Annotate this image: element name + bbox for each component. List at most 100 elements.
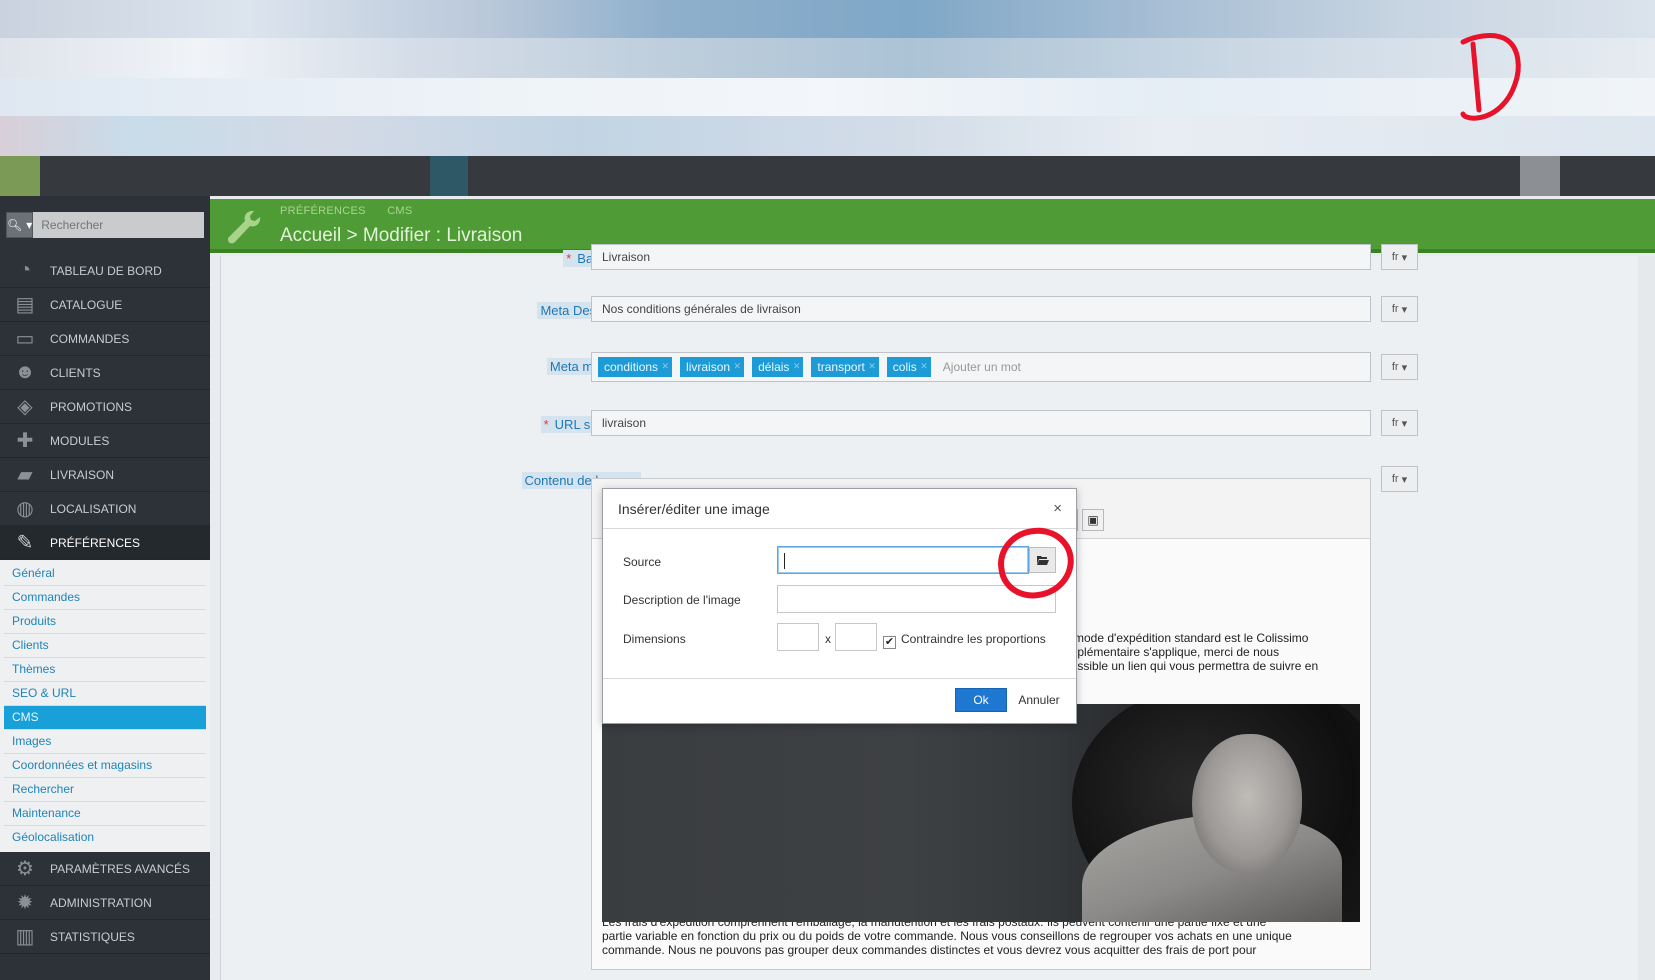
meta-description-input[interactable]: Nos conditions générales de livraison [591, 296, 1371, 322]
dialog-header: Insérer/éditer une image × [603, 489, 1076, 529]
dialog-title: Insérer/éditer une image [618, 501, 770, 517]
lang-text: fr [1391, 251, 1399, 263]
height-input[interactable] [835, 623, 877, 651]
remove-tag-icon[interactable]: ✕ [920, 361, 928, 372]
subnav-rechercher[interactable]: Rechercher [4, 778, 206, 802]
chevron-down-icon: ▾ [1401, 473, 1408, 486]
sidebar-item-administration[interactable]: ✹ ADMINISTRATION [0, 886, 210, 920]
sidebar-item-clients[interactable]: ☻ CLIENTS [0, 356, 210, 390]
subnav-images[interactable]: Images [4, 730, 206, 754]
sidebar-item-promotions[interactable]: ◈ PROMOTIONS [0, 390, 210, 424]
remove-tag-icon[interactable]: ✕ [734, 361, 742, 372]
sidebar-item-label: TABLEAU DE BORD [50, 263, 162, 278]
remove-tag-icon[interactable]: ✕ [868, 361, 876, 372]
image-icon[interactable]: ▣ [1082, 509, 1104, 531]
url-input[interactable]: livraison [591, 410, 1371, 436]
sidebar-item-label: CLIENTS [50, 365, 101, 380]
blur-band [0, 78, 1655, 116]
red-annotation-mark [1460, 33, 1521, 121]
tags-icon: ◈ [17, 396, 33, 418]
remove-tag-icon[interactable]: ✕ [793, 361, 801, 372]
language-button[interactable]: fr ▾ [1381, 244, 1418, 270]
sidebar-item-label: LOCALISATION [50, 501, 137, 516]
sidebar-item-livraison[interactable]: ▰ LIVRAISON [0, 458, 210, 492]
breadcrumb-item[interactable]: CMS [387, 205, 412, 217]
sidebar-item-label: COMMANDES [50, 331, 130, 346]
blurred-browser-chrome [0, 0, 1655, 156]
search-type-button[interactable]: 🔍︎ ▾ [6, 212, 34, 238]
keyword-tag[interactable]: livraison ✕ [680, 357, 745, 377]
lang-text: fr [1391, 303, 1399, 315]
keyword-tag[interactable]: transport ✕ [811, 357, 879, 377]
sidebar-item-commandes[interactable]: ▭ COMMANDES [0, 322, 210, 356]
subnav-geolocalisation[interactable]: Géolocalisation [4, 826, 206, 850]
breadcrumb-item[interactable]: PRÉFÉRENCES [280, 205, 366, 217]
sidebar-item-catalogue[interactable]: ▤ CATALOGUE [0, 288, 210, 322]
editor-paragraph-line: upplémentaire s'applique, merci de nous [1064, 645, 1280, 659]
dark-bar-accent [430, 156, 468, 196]
language-button[interactable]: fr ▾ [1381, 354, 1418, 380]
width-input[interactable] [777, 623, 819, 651]
description-label: Description de l'image [623, 593, 741, 607]
language-button[interactable]: fr ▾ [1381, 410, 1418, 436]
language-button[interactable]: fr ▾ [1381, 466, 1418, 492]
editor-paragraph-line: commande. Nous ne pouvons pas grouper de… [602, 943, 1257, 957]
top-dark-bar [0, 156, 1655, 196]
sidebar-item-label: PRÉFÉRENCES [50, 535, 141, 550]
subnav-commandes[interactable]: Commandes [4, 586, 206, 610]
sidebar-item-dashboard[interactable]: ◔ TABLEAU DE BORD [0, 254, 210, 288]
subnav-produits[interactable]: Produits [4, 610, 206, 634]
subnav-seo-url[interactable]: SEO & URL [4, 682, 206, 706]
subnav-clients[interactable]: Clients [4, 634, 206, 658]
ok-button[interactable]: Ok [955, 688, 1007, 712]
editor-image[interactable] [602, 704, 1360, 922]
tag-text: délais [758, 360, 790, 374]
sidebar-item-localisation[interactable]: ◍ LOCALISATION [0, 492, 210, 526]
keywords-input[interactable]: conditions ✕ livraison ✕ délais ✕ transport… [591, 352, 1371, 382]
sidebar-item-label: ADMINISTRATION [50, 895, 152, 910]
subnav-maintenance[interactable]: Maintenance [4, 802, 206, 826]
subnav-themes[interactable]: Thèmes [4, 658, 206, 682]
search-input[interactable] [33, 212, 205, 238]
dimensions-separator: x [825, 632, 831, 646]
cancel-button[interactable]: Annuler [1009, 688, 1069, 712]
insert-image-dialog: Insérer/éditer une image × Source Descri… [602, 488, 1077, 724]
required-mark: * [566, 251, 572, 266]
blur-band [0, 116, 1655, 156]
subnav-general[interactable]: Général [4, 562, 206, 586]
add-keyword-input[interactable]: Ajouter un mot [943, 360, 1021, 374]
sidebar-item-label: MODULES [50, 433, 110, 448]
source-input[interactable] [777, 546, 1029, 574]
language-button[interactable]: fr ▾ [1381, 296, 1418, 322]
sidebar-item-label: CATALOGUE [50, 297, 123, 312]
sidebar-item-modules[interactable]: ✚ MODULES [0, 424, 210, 458]
chevron-down-icon: ▾ [1401, 417, 1408, 430]
sidebar-item-parametres-avances[interactable]: ⚙ PARAMÈTRES AVANCÉS [0, 852, 210, 886]
chevron-down-icon: ▾ [1401, 303, 1408, 316]
lang-text: fr [1391, 417, 1399, 429]
tag-text: livraison [686, 360, 731, 374]
form-row-title: *Balise titre Livraison fr▾ [221, 244, 1641, 274]
close-icon[interactable]: × [1053, 500, 1062, 517]
lang-text: fr [1391, 473, 1399, 485]
constrain-proportions-checkbox[interactable]: ✔ [883, 636, 896, 649]
subnav-cms[interactable]: CMS [4, 706, 206, 730]
keyword-tag[interactable]: conditions ✕ [598, 357, 673, 377]
wrench-icon [227, 210, 261, 244]
source-label: Source [623, 555, 662, 569]
sidebar-item-preferences[interactable]: ✎ PRÉFÉRENCES [0, 526, 210, 560]
title-input[interactable]: Livraison [591, 244, 1371, 270]
keyword-tag[interactable]: délais ✕ [752, 357, 804, 377]
breadcrumb: PRÉFÉRENCES CMS [280, 205, 431, 217]
cog-icon: ✹ [16, 892, 34, 914]
remove-tag-icon[interactable]: ✕ [662, 361, 670, 372]
sidebar-item-statistiques[interactable]: ▥ STATISTIQUES [0, 920, 210, 954]
sidebar-item-label: PARAMÈTRES AVANCÉS [50, 861, 191, 876]
dark-bar-accent [0, 156, 40, 196]
required-mark: * [543, 417, 549, 432]
keyword-tag[interactable]: colis ✕ [886, 357, 931, 377]
users-icon: ☻ [14, 361, 36, 383]
sidebar-item-label: PROMOTIONS [50, 399, 133, 414]
subnav-coordonnees[interactable]: Coordonnées et magasins [4, 754, 206, 778]
chevron-down-icon: ▾ [1401, 361, 1408, 374]
